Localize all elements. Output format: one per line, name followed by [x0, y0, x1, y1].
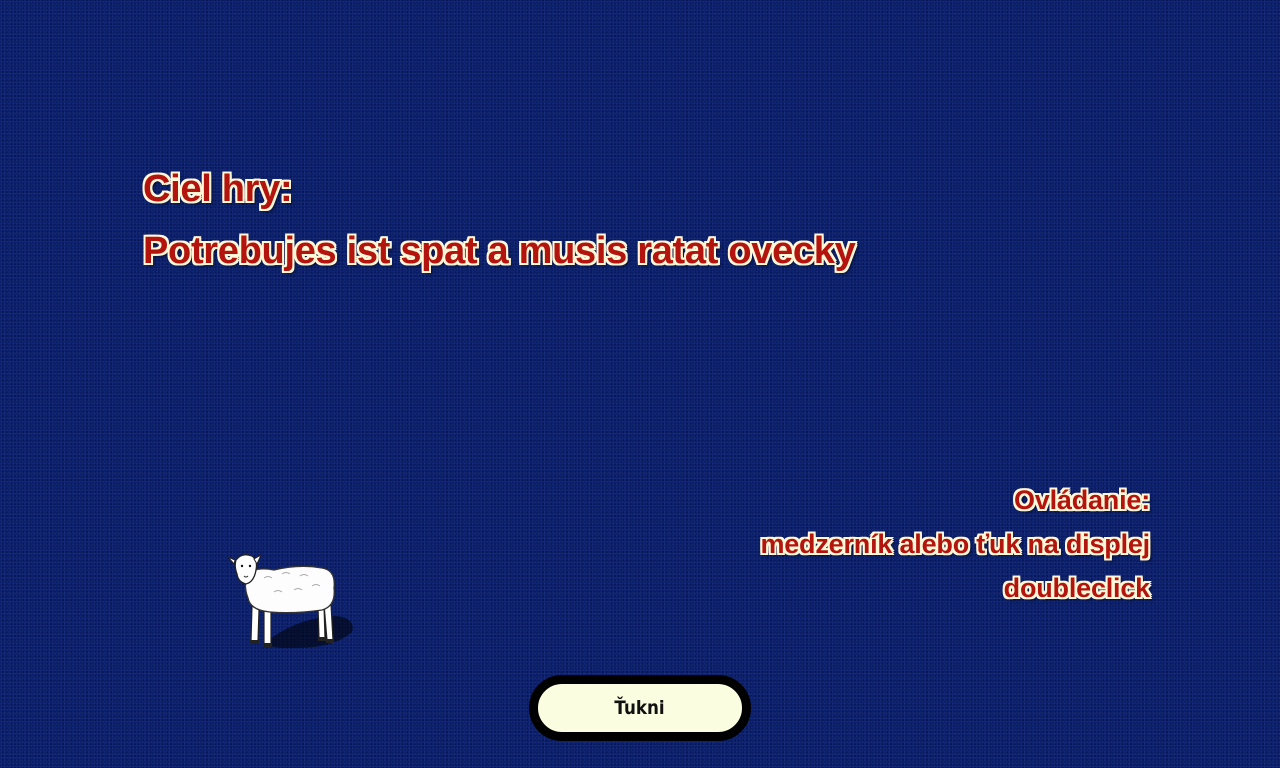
goal-heading: Ciel hry: [143, 168, 293, 210]
goal-block: Ciel hry: Potrebujes ist spat a musis ra… [143, 164, 856, 276]
controls-block: Ovládanie: medzerník alebo ťuk na disple… [760, 478, 1150, 610]
tap-button[interactable]: Ťukni [529, 675, 751, 741]
tap-button-label: Ťukni [614, 697, 666, 719]
goal-text: Potrebujes ist spat a musis ratat ovecky [143, 230, 856, 272]
controls-heading: Ovládanie: [1013, 485, 1150, 515]
controls-line-1: medzerník alebo ťuk na displej [760, 529, 1150, 559]
sheep-icon [227, 553, 353, 649]
controls-line-2: doubleclick [1003, 573, 1151, 603]
